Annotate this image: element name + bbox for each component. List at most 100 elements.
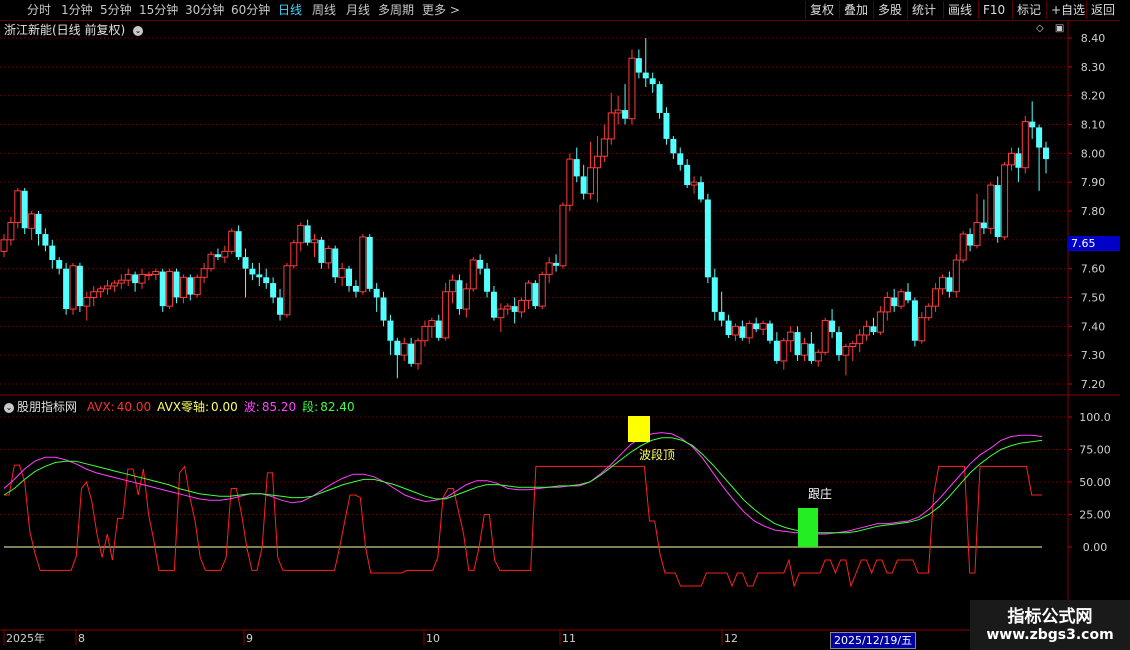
candle-body [200, 268, 208, 278]
indicator-item-value: 82.40 [320, 400, 355, 414]
candle-body [242, 257, 249, 269]
date-label: 9 [246, 632, 253, 645]
candle-body [911, 300, 918, 341]
candle-body [787, 331, 795, 342]
candle-body [28, 213, 36, 229]
candle-body [497, 308, 505, 319]
candle-body [814, 351, 822, 362]
candle-body [980, 222, 987, 229]
candle-body [421, 325, 429, 342]
candle-body [559, 204, 567, 267]
chevron-down-icon[interactable]: ⌄ [4, 402, 14, 413]
candle-body [442, 291, 450, 339]
candle-body [684, 164, 691, 186]
signal-markers: 波段顶跟庄 [628, 416, 832, 547]
candle-body [49, 245, 56, 261]
candle-body [187, 277, 194, 295]
candle-body [256, 274, 263, 278]
candle-body [42, 234, 49, 246]
candle-body [83, 297, 91, 307]
candle-body [773, 340, 780, 361]
candle-body [179, 276, 187, 299]
indicator-item-1: AVX零轴: 0.00 [157, 400, 238, 414]
price-tick-label: 7.80 [1081, 205, 1106, 218]
candle-body [649, 78, 656, 85]
candle-body [1015, 153, 1022, 168]
indicator-item-3: 段: 82.40 [302, 400, 354, 414]
candle-body [145, 273, 153, 276]
candle-body [270, 283, 277, 298]
candle-body [593, 155, 601, 169]
candlestick-chart[interactable]: 8.408.308.208.108.007.907.807.707.607.50… [0, 0, 1130, 650]
indicator-tick-label: 75.00 [1079, 444, 1111, 457]
indicator-item-value: 85.20 [261, 400, 297, 414]
candle-body [1029, 121, 1036, 128]
candle-body [504, 305, 512, 310]
candle-body [938, 276, 946, 290]
candle-body [14, 190, 22, 224]
indicator-axis: 100.0 75.00 50.00 25.00 0.00 [1068, 411, 1111, 554]
candle-body [607, 112, 615, 140]
chevron-down-icon[interactable]: ⌄ [133, 25, 144, 36]
candle-body [1036, 127, 1043, 148]
candle-body [628, 57, 636, 120]
indicator-tick-label: 0.00 [1083, 541, 1108, 554]
candle-body [277, 297, 284, 315]
price-tick-label: 7.30 [1081, 349, 1106, 362]
candle-body [524, 282, 532, 301]
candle-body [193, 276, 201, 296]
candle-body [925, 305, 933, 319]
candle-body [856, 334, 864, 345]
price-tick-label: 7.20 [1081, 378, 1106, 391]
candle-body [311, 239, 319, 244]
candle-body [835, 332, 842, 356]
candle-body [518, 299, 526, 313]
candle-body [690, 181, 698, 186]
candle-body [952, 259, 960, 293]
price-tick-label: 8.20 [1081, 90, 1106, 103]
stock-title: 浙江新能(日线 前复权) [4, 23, 126, 37]
indicator-tick-label: 50.00 [1079, 476, 1111, 489]
candle-body [800, 343, 808, 356]
candle-body [138, 273, 146, 284]
candle-body [642, 72, 649, 79]
candles [0, 38, 1049, 379]
candle-body [538, 273, 546, 307]
candle-body [745, 322, 753, 339]
candle-body [380, 297, 387, 321]
watermark: 指标公式网 www.zbgs3.com [970, 600, 1130, 650]
candle-body [918, 317, 926, 342]
candle-body [891, 297, 898, 307]
series-line-段 [3, 437, 1043, 534]
candle-body [876, 311, 884, 333]
date-label: 8 [78, 632, 85, 645]
candle-body [663, 112, 670, 139]
candle-body [780, 340, 788, 362]
candle-body [304, 225, 311, 243]
window-toggle-icon[interactable]: ▣ [1055, 23, 1064, 34]
candle-body [90, 291, 98, 299]
candle-body [338, 268, 346, 278]
diamond-icon[interactable]: ◇ [1036, 23, 1044, 34]
candle-body [221, 250, 229, 258]
cursor-date: 2025/12/19/五 [830, 632, 917, 649]
candle-body [766, 323, 773, 341]
candle-body [580, 176, 587, 194]
candle-body [297, 224, 305, 244]
chart-controls: ◇ ▣ [1036, 23, 1064, 34]
candle-body [932, 288, 940, 307]
candle-body [117, 279, 125, 284]
candle-body [97, 288, 105, 293]
candle-body [946, 277, 953, 292]
main-gridlines [0, 37, 1068, 385]
candle-body [63, 268, 70, 310]
price-tick-label: 8.10 [1081, 119, 1106, 132]
price-tick-label: 7.50 [1081, 292, 1106, 305]
candle-body [635, 58, 642, 73]
candle-body [600, 138, 608, 157]
candle-body [414, 340, 422, 365]
candle-body [614, 109, 622, 114]
candle-body [753, 323, 760, 330]
candle-body [469, 259, 477, 290]
candle-body [484, 268, 491, 292]
